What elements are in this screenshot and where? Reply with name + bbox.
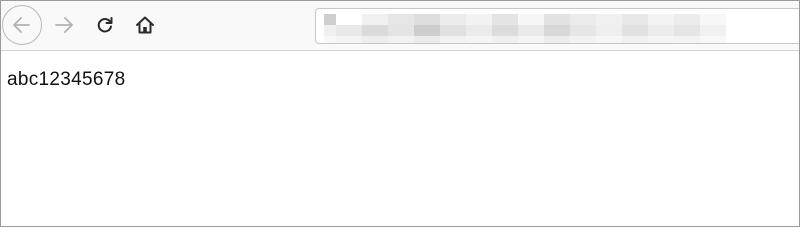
reload-icon <box>97 17 113 33</box>
blurred-url-pixels-lower <box>324 36 726 43</box>
address-bar[interactable] <box>315 8 799 44</box>
home-icon <box>136 16 154 34</box>
home-button[interactable] <box>131 11 159 39</box>
arrow-left-icon <box>13 17 30 33</box>
page-content: abc12345678 <box>1 51 799 226</box>
forward-button[interactable] <box>50 11 78 39</box>
reload-button[interactable] <box>91 11 119 39</box>
browser-window: abc12345678 <box>0 0 800 227</box>
arrow-right-icon <box>55 17 73 33</box>
blurred-url-pixels-top <box>324 14 726 25</box>
page-text: abc12345678 <box>7 69 126 90</box>
back-button[interactable] <box>2 5 42 45</box>
blurred-url-pixels-bottom <box>324 25 726 36</box>
navigation-toolbar <box>1 1 799 51</box>
